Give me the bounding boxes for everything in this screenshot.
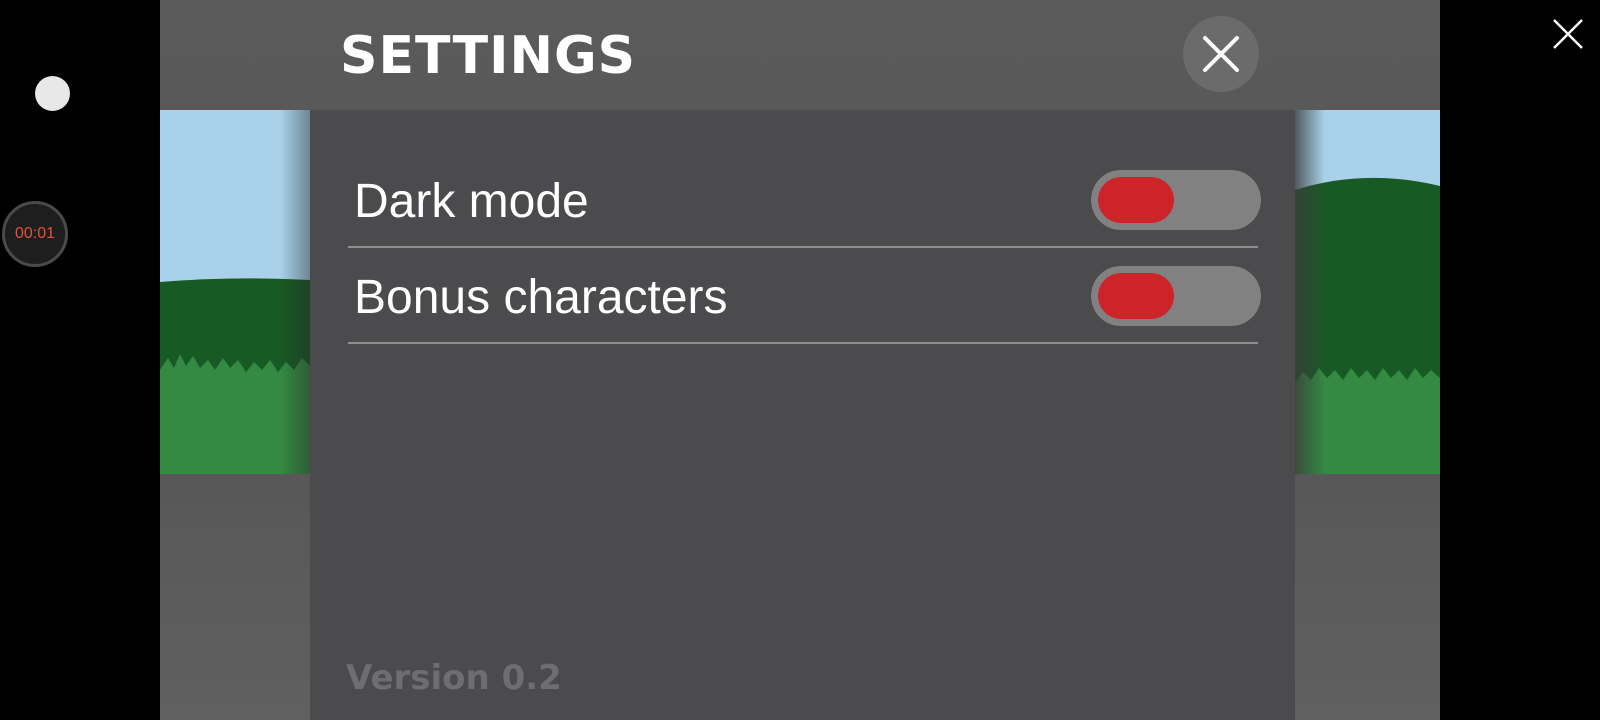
toggle-knob bbox=[1098, 273, 1174, 319]
page-title: SETTINGS bbox=[340, 26, 637, 86]
game-area: Dark mode Bonus characters Version 0.2 S… bbox=[160, 0, 1440, 720]
toggle-knob bbox=[1098, 177, 1174, 223]
dark-mode-toggle[interactable] bbox=[1091, 170, 1261, 230]
recorder-timer-text: 00:01 bbox=[14, 225, 56, 242]
setting-row-dark-mode: Dark mode bbox=[348, 152, 1261, 248]
panel-shadow-right bbox=[1295, 110, 1325, 474]
settings-panel: Dark mode Bonus characters Version 0.2 bbox=[310, 110, 1295, 720]
recorder-handle[interactable] bbox=[35, 76, 70, 111]
screen: 00:01 Dark mode Bonus characters Version… bbox=[0, 0, 1600, 720]
bonus-characters-toggle[interactable] bbox=[1091, 266, 1261, 326]
setting-label-bonus-characters: Bonus characters bbox=[354, 271, 728, 324]
close-button[interactable] bbox=[1183, 16, 1259, 92]
close-icon bbox=[1203, 36, 1239, 72]
overlay-close-icon[interactable] bbox=[1548, 14, 1588, 54]
setting-row-bonus-characters: Bonus characters bbox=[348, 248, 1261, 344]
recorder-timer[interactable]: 00:01 bbox=[2, 201, 68, 267]
setting-label-dark-mode: Dark mode bbox=[354, 175, 589, 228]
version-text: Version 0.2 bbox=[346, 658, 562, 698]
